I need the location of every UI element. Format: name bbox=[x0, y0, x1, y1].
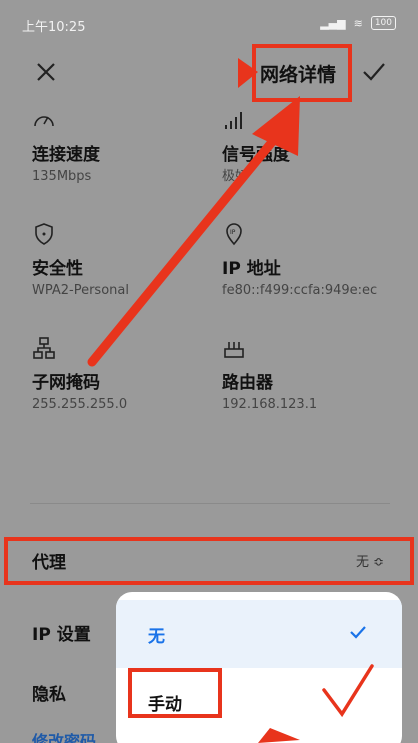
router-icon bbox=[224, 342, 244, 358]
info-value: WPA2-Personal bbox=[32, 283, 129, 298]
info-label: 路由器 bbox=[222, 373, 273, 393]
info-security: 安全性 WPA2-Personal bbox=[32, 222, 212, 300]
header: 网络详情 bbox=[0, 48, 418, 96]
info-value: fe80::f499:ccfa:949e:ec bbox=[222, 283, 378, 298]
change-password-link[interactable]: 修改密码 bbox=[32, 728, 96, 743]
info-value: 192.168.123.1 bbox=[222, 397, 318, 412]
signal-icon bbox=[225, 112, 242, 129]
info-value: 135Mbps bbox=[32, 169, 92, 184]
ip-pin-icon: IP bbox=[226, 223, 242, 246]
close-icon[interactable] bbox=[32, 58, 60, 86]
annotation-box-manual bbox=[128, 668, 222, 718]
status-bar: 上午10:25 ▂▄▆ ≋ 100 bbox=[0, 0, 418, 48]
svg-text:IP: IP bbox=[230, 229, 236, 236]
option-label: 无 bbox=[148, 627, 165, 647]
info-label: 子网掩码 bbox=[32, 373, 100, 393]
info-router: 路由器 192.168.123.1 bbox=[222, 336, 402, 414]
info-connection-speed: 连接速度 135Mbps bbox=[32, 108, 212, 186]
proxy-option-none[interactable]: 无 bbox=[116, 600, 402, 668]
speedometer-icon bbox=[34, 116, 54, 127]
info-value: 255.255.255.0 bbox=[32, 397, 128, 412]
annotation-box-title bbox=[252, 44, 352, 102]
info-label: 安全性 bbox=[32, 259, 83, 279]
battery-icon: 100 bbox=[370, 16, 396, 30]
info-label: 连接速度 bbox=[32, 145, 100, 165]
network-details-screen: 上午10:25 ▂▄▆ ≋ 100 网络详情 连接速度 135Mbps 信号强度… bbox=[0, 0, 418, 743]
wifi-icon: ≋ bbox=[353, 16, 363, 30]
info-label: IP 地址 bbox=[222, 259, 281, 279]
annotation-box-proxy bbox=[4, 537, 414, 585]
info-ip-address: IP IP 地址 fe80::f499:ccfa:949e:ec bbox=[222, 222, 392, 300]
status-time: 上午10:25 bbox=[22, 20, 86, 35]
info-signal-strength: 信号强度 极好 bbox=[222, 108, 402, 186]
confirm-check-icon[interactable] bbox=[360, 58, 388, 86]
info-label: 信号强度 bbox=[222, 145, 290, 165]
section-divider bbox=[30, 503, 390, 504]
status-icons: ▂▄▆ ≋ 100 bbox=[320, 16, 396, 30]
mobile-signal-icon: ▂▄▆ bbox=[320, 16, 346, 30]
ip-settings-label[interactable]: IP 设置 bbox=[32, 620, 91, 645]
shield-icon bbox=[35, 223, 53, 245]
selected-check-icon bbox=[350, 626, 366, 639]
network-tree-icon bbox=[33, 337, 55, 359]
info-value: 极好 bbox=[222, 169, 249, 184]
info-subnet-mask: 子网掩码 255.255.255.0 bbox=[32, 336, 212, 414]
privacy-label[interactable]: 隐私 bbox=[32, 680, 66, 705]
